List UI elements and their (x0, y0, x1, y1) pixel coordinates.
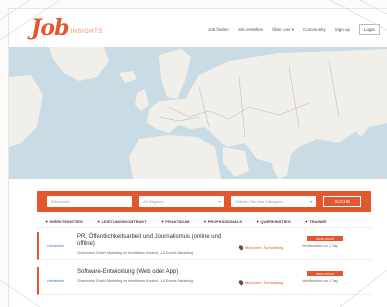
search-button[interactable]: SUCHE (323, 196, 362, 207)
filter-tabs: ✦ DIREKTEINSTIEG ✦ LEISTUNGSKONTRAKT ✦ P… (37, 216, 371, 228)
search-bar: Stichworte All Regions ▾ Wählen Sie eine… (37, 191, 371, 212)
region-value: All Regions (143, 199, 164, 204)
filter-trainee[interactable]: ✦ TRAINEE (305, 219, 327, 224)
filter-direkteinstieg[interactable]: ✦ DIREKTEINSTIEG (45, 219, 83, 224)
site-logo-subtitle: INSIGHTS (70, 29, 103, 35)
company-logo: chemistree (47, 279, 65, 283)
world-map[interactable] (9, 47, 387, 179)
job-location-text: München, Schwabing (245, 245, 284, 250)
keyword-input[interactable]: Stichworte (47, 196, 133, 207)
browser-frame: Job INSIGHTS Job finden Job erstellen Üb… (8, 8, 387, 307)
region-select[interactable]: All Regions ▾ (139, 196, 225, 207)
company-logo: chemistree (47, 244, 65, 248)
job-location: München, Schwabing (237, 279, 284, 286)
map-graphic (9, 47, 387, 179)
job-location: München, Schwabing (237, 244, 284, 251)
job-date: Veröffentlicht vor 1 Tag (302, 244, 338, 248)
job-search-section: Stichworte All Regions ▾ Wählen Sie eine… (9, 179, 387, 307)
job-title[interactable]: Software-Entwicklung (Web oder App) (77, 269, 227, 276)
filter-praktikum[interactable]: ✦ PRAKTIKUM (161, 219, 189, 224)
site-logo[interactable]: Job (31, 15, 69, 41)
location-pin-icon (237, 244, 245, 251)
nav-sign-up[interactable]: Sign up (335, 27, 350, 32)
nav-job-finden[interactable]: Job finden (208, 27, 229, 32)
chevron-down-icon: ▾ (310, 199, 313, 204)
job-listing[interactable]: chemistree Software-Entwicklung (Web ode… (37, 267, 371, 295)
job-company: Chemistree GmbH Marketing im beruflichen… (77, 279, 193, 283)
nav-job-erstellen[interactable]: Job erstellen (238, 27, 264, 32)
keyword-placeholder: Stichworte (51, 199, 70, 204)
job-location-text: München, Schwabing (245, 280, 284, 285)
job-date: Veröffentlicht vor 1 Tag (302, 279, 338, 283)
job-listing[interactable]: chemistree PR, Öffentlichkeitsarbeit und… (37, 232, 371, 260)
login-button[interactable]: Login (358, 24, 380, 35)
chevron-down-icon: ▾ (218, 199, 221, 204)
filter-quereinstieg[interactable]: ✦ QUEREINSTIEG (256, 219, 291, 224)
filter-professionals[interactable]: ✦ PROFESSIONALS (203, 219, 242, 224)
main-nav: Job finden Job erstellen Über uns ▾ Comm… (208, 24, 380, 35)
site-header: Job INSIGHTS Job finden Job erstellen Üb… (9, 9, 387, 47)
job-title[interactable]: PR, Öffentlichkeitsarbeit und Journalism… (77, 234, 227, 248)
category-placeholder: Wählen Sie eine Kategorie... (235, 199, 286, 204)
nav-community[interactable]: Community (303, 27, 326, 32)
nav-ueber-uns[interactable]: Über uns ▾ (272, 27, 294, 33)
category-select[interactable]: Wählen Sie eine Kategorie... ▾ (231, 196, 317, 207)
job-type-badge: PRAKTIKUM (307, 271, 343, 276)
job-company: Chemistree GmbH Marketing im beruflichen… (77, 251, 193, 255)
job-type-badge: PRAKTIKUM (307, 236, 343, 241)
location-pin-icon (237, 279, 245, 286)
filter-leistungskontrakt[interactable]: ✦ LEISTUNGSKONTRAKT (97, 219, 147, 224)
